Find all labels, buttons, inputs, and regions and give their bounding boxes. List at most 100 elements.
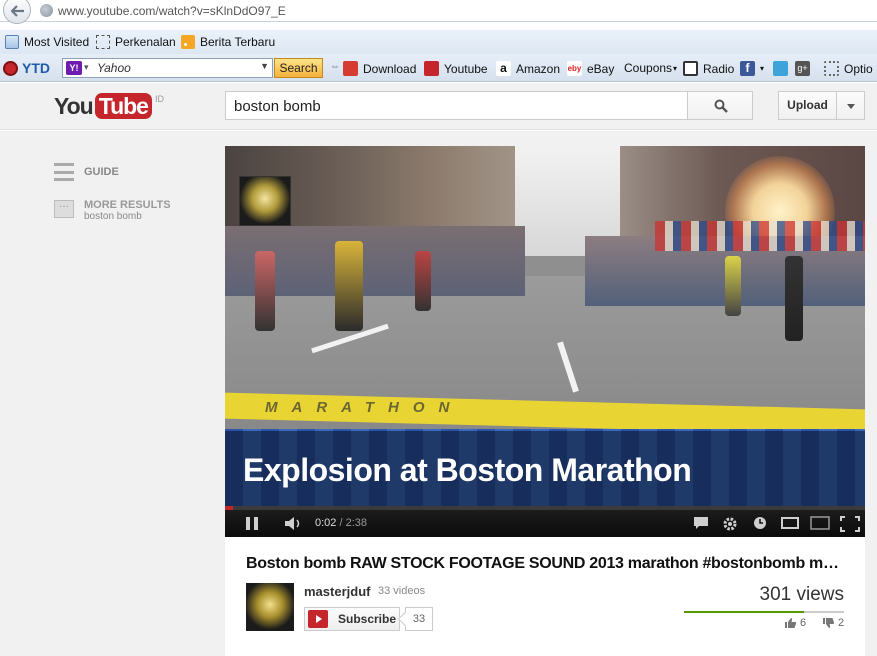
twitter-icon <box>773 61 788 76</box>
channel-avatar[interactable] <box>246 583 294 631</box>
dislike-count: 2 <box>838 617 845 629</box>
sentiment-bar-likes <box>684 611 804 613</box>
time-separator: / <box>336 517 346 529</box>
like-button[interactable]: 6 <box>784 617 806 629</box>
toolbar-item-label: Amazon <box>516 61 561 76</box>
bookmark-berita-terbaru[interactable]: Berita Terbaru <box>181 35 275 49</box>
more-results-link[interactable]: ··· MORE RESULTS boston bomb <box>54 199 171 223</box>
video-title: Boston bomb RAW STOCK FOOTAGE SOUND 2013… <box>246 555 841 572</box>
ytd-toolbar: YTD Y! ▾ Yahoo ▼ Search ⇔ Download Youtu… <box>0 54 877 82</box>
subscribe-label: Subscribe <box>338 612 397 626</box>
video-info-panel: Boston bomb RAW STOCK FOOTAGE SOUND 2013… <box>225 537 865 656</box>
volume-icon[interactable] <box>284 516 304 531</box>
subscribe-button[interactable]: Subscribe <box>304 607 400 631</box>
more-results-label: MORE RESULTS <box>84 199 171 211</box>
captions-icon[interactable] <box>693 516 709 530</box>
more-results-query: boston bomb <box>84 211 142 222</box>
video-caption: Explosion at Boston Marathon <box>243 452 692 488</box>
more-results-icon: ··· <box>54 200 74 218</box>
channel-name-link[interactable]: masterjduf <box>304 584 370 599</box>
youtube-masthead: You Tube ID boston bomb Upload <box>0 83 877 130</box>
logo-tube: Tube <box>94 93 152 119</box>
toolbar-item-label: Optio <box>844 61 873 76</box>
sentiment-bar <box>684 611 844 613</box>
url-input[interactable]: www.youtube.com/watch?v=sKlnDdO97_E <box>58 4 286 18</box>
youtube-play-icon <box>308 610 328 628</box>
ytd-logo-icon <box>3 60 18 76</box>
guide-button[interactable]: GUIDE <box>54 163 119 181</box>
toolbar-options[interactable]: Optio <box>824 61 873 76</box>
toolbar-item-label: Radio <box>703 61 735 76</box>
channel-video-count[interactable]: 33 videos <box>378 585 425 597</box>
frame-runner <box>255 251 275 331</box>
logo-you: You <box>54 93 94 119</box>
rss-icon <box>181 35 195 49</box>
large-player-icon[interactable] <box>810 516 830 530</box>
youtube-logo[interactable]: You Tube ID <box>54 93 164 119</box>
search-query: boston bomb <box>234 98 321 115</box>
yahoo-search-field[interactable]: Y! ▾ Yahoo ▼ <box>62 58 273 78</box>
page-icon <box>96 35 110 49</box>
like-count: 6 <box>800 617 807 629</box>
yahoo-icon: Y! <box>66 61 82 75</box>
toolbar-item-label: Download <box>363 61 417 76</box>
history-dropdown-icon[interactable]: ▼ <box>260 61 269 71</box>
frame-runner <box>415 251 431 311</box>
bookmark-perkenalan[interactable]: Perkenalan <box>96 35 176 49</box>
browser-url-bar: www.youtube.com/watch?v=sKlnDdO97_E <box>0 0 877 24</box>
back-button[interactable] <box>3 0 31 24</box>
upload-button[interactable]: Upload <box>778 91 837 120</box>
bookmark-label: Most Visited <box>24 35 90 49</box>
toolbar-grip-icon[interactable]: ⇔ <box>330 61 340 72</box>
chevron-down-icon[interactable]: ▾ <box>84 62 89 73</box>
youtube-search-button[interactable] <box>687 91 753 120</box>
gear-icon[interactable] <box>722 516 738 532</box>
frame-runner <box>335 241 363 331</box>
back-arrow-icon <box>11 5 24 17</box>
guide-label: GUIDE <box>84 166 119 178</box>
ebay-icon: eby <box>567 61 582 76</box>
small-player-icon[interactable] <box>781 516 799 530</box>
twitter-button[interactable] <box>773 61 793 76</box>
channel-watermark[interactable] <box>239 176 291 226</box>
bookmark-label: Berita Terbaru <box>200 35 276 49</box>
site-identity-icon[interactable] <box>40 4 53 17</box>
search-icon <box>714 99 728 113</box>
toolbar-youtube[interactable]: Youtube <box>424 61 488 76</box>
frame-runner <box>725 256 741 316</box>
toolbar-item-label: Youtube <box>444 61 488 76</box>
yahoo-search-placeholder: Yahoo <box>97 61 131 75</box>
bookmarks-toolbar: Most Visited Perkenalan Berita Terbaru <box>0 30 877 54</box>
google-plus-button[interactable]: g+ <box>795 61 815 76</box>
bookmark-most-visited[interactable]: Most Visited <box>5 35 89 49</box>
chevron-down-icon: ▾ <box>673 63 678 73</box>
thumbs-up-icon <box>785 618 797 628</box>
toolbar-download[interactable]: Download <box>343 61 416 76</box>
toolbar-search-button[interactable]: Search <box>274 58 323 78</box>
download-icon <box>343 61 358 76</box>
toolbar-item-label: Coupons <box>624 61 673 75</box>
dislike-button[interactable]: 2 <box>822 617 844 629</box>
frame-runner <box>785 256 803 341</box>
fullscreen-icon[interactable] <box>840 516 860 532</box>
youtube-search-input[interactable]: boston bomb <box>225 91 688 120</box>
toolbar-ebay[interactable]: eby eBay <box>567 61 614 76</box>
ytd-brand[interactable]: YTD <box>3 60 50 76</box>
radio-icon <box>683 61 698 76</box>
toolbar-radio[interactable]: Radio <box>683 61 734 76</box>
pause-icon[interactable] <box>246 517 259 530</box>
facebook-button[interactable]: f ▾ <box>740 61 764 76</box>
facebook-icon: f <box>740 61 755 76</box>
upload-dropdown-button[interactable] <box>836 91 865 120</box>
google-plus-icon: g+ <box>795 61 810 76</box>
video-frame[interactable]: MARATHON Explosion at Boston Marathon <box>225 146 865 506</box>
player-controls: 0:02 / 2:38 <box>225 510 865 537</box>
thumbs-down-icon <box>823 618 835 628</box>
toolbar-amazon[interactable]: a Amazon <box>496 61 560 76</box>
watch-later-icon[interactable] <box>753 516 767 530</box>
current-time: 0:02 <box>315 517 337 529</box>
finish-line-text: MARATHON <box>265 399 464 416</box>
frame-flags <box>655 221 865 251</box>
video-player[interactable]: MARATHON Explosion at Boston Marathon 0:… <box>225 146 865 537</box>
toolbar-coupons[interactable]: Coupons ▾ <box>624 61 677 75</box>
